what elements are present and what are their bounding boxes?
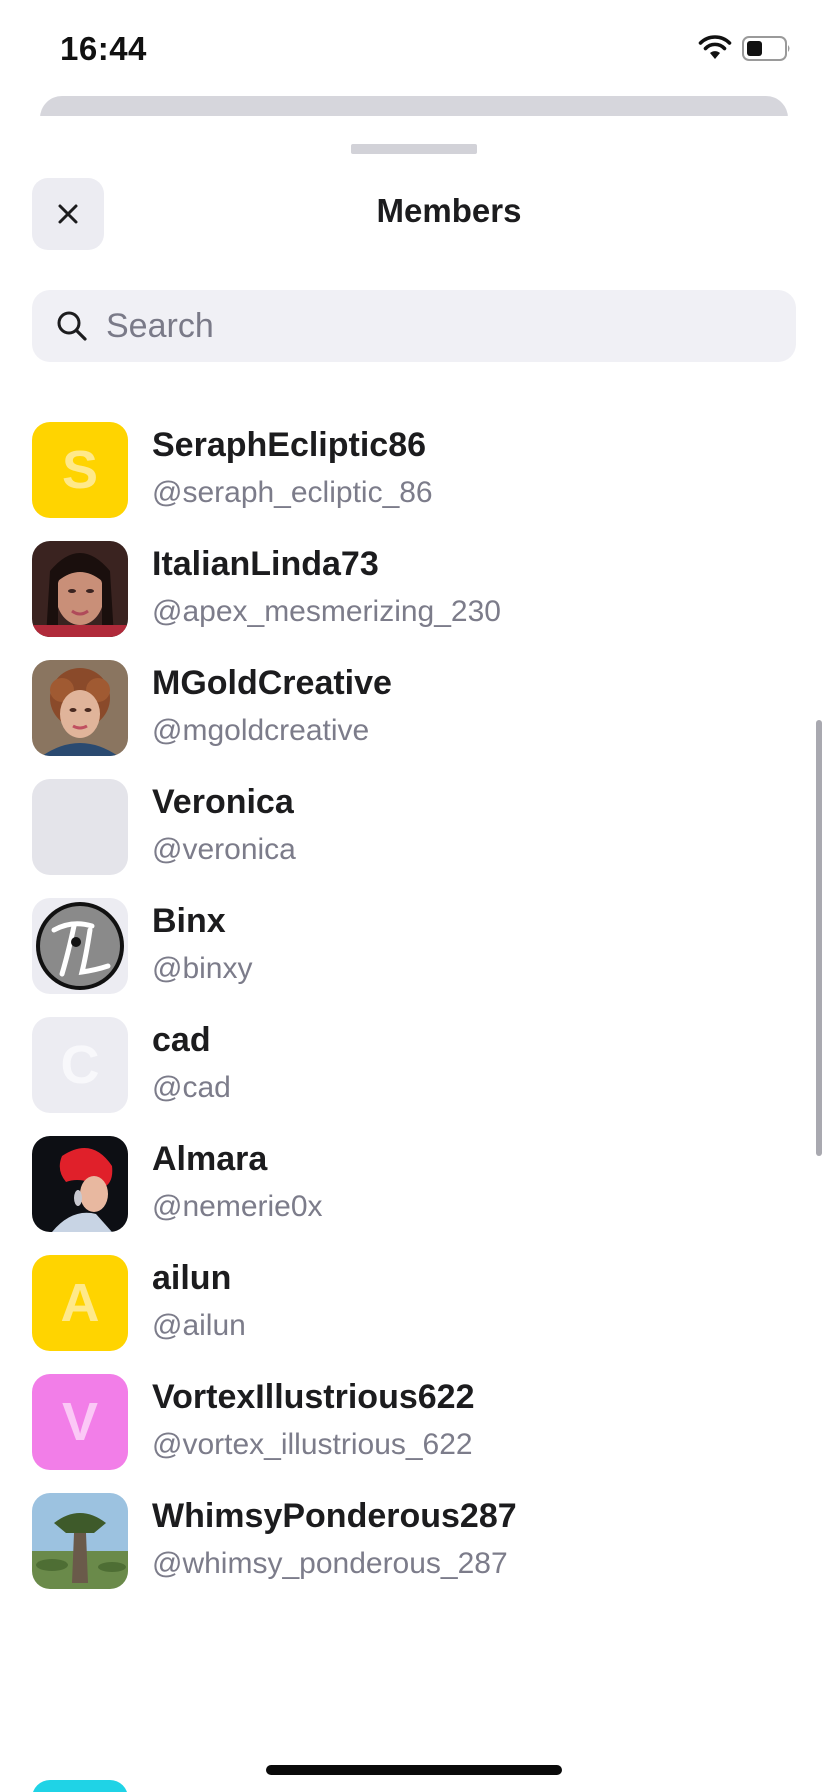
scroll-indicator[interactable] xyxy=(816,720,822,1156)
member-row[interactable]: MGoldCreative @mgoldcreative xyxy=(0,658,800,758)
member-name: ItalianLinda73 xyxy=(152,545,379,583)
letter-avatar: S xyxy=(32,422,128,518)
portrait-photo-avatar xyxy=(32,660,128,756)
portrait-photo-icon xyxy=(32,1136,128,1232)
member-handle: @whimsy_ponderous_287 xyxy=(152,1547,508,1580)
logo-avatar xyxy=(32,898,128,994)
portrait-photo-avatar xyxy=(32,1136,128,1232)
member-name: WhimsyPonderous287 xyxy=(152,1497,517,1535)
portrait-photo-icon xyxy=(32,541,128,637)
member-row[interactable]: S SeraphEcliptic86 @seraph_ecliptic_86 xyxy=(0,420,800,520)
member-name: VortexIllustrious622 xyxy=(152,1378,475,1416)
member-row[interactable]: WhimsyPonderous287 @whimsy_ponderous_287 xyxy=(0,1491,800,1591)
letter-avatar: V xyxy=(32,1374,128,1470)
search-input[interactable] xyxy=(106,290,776,362)
member-handle: @apex_mesmerizing_230 xyxy=(152,595,501,628)
member-handle: @cad xyxy=(152,1071,231,1104)
member-handle: @seraph_ecliptic_86 xyxy=(152,476,433,509)
status-time: 16:44 xyxy=(60,30,147,67)
member-row[interactable]: C cad @cad xyxy=(0,1015,800,1115)
member-name: Binx xyxy=(152,902,226,940)
avatar-letter: A xyxy=(60,1273,100,1333)
portrait-photo-avatar xyxy=(32,541,128,637)
member-handle: @veronica xyxy=(152,833,296,866)
battery-icon xyxy=(742,36,790,61)
avatar-letter: C xyxy=(60,1035,100,1095)
member-handle: @vortex_illustrious_622 xyxy=(152,1428,473,1461)
member-name: cad xyxy=(152,1021,211,1059)
avatar-letter: V xyxy=(61,1392,99,1452)
member-name: Almara xyxy=(152,1140,268,1178)
portrait-photo-icon xyxy=(32,660,128,756)
tl-logo-icon xyxy=(36,902,124,990)
next-member-avatar xyxy=(32,1780,128,1792)
search-bar[interactable] xyxy=(32,290,796,362)
blank-avatar xyxy=(32,779,128,875)
letter-avatar: A xyxy=(32,1255,128,1351)
letter-avatar: C xyxy=(32,1017,128,1113)
member-name: MGoldCreative xyxy=(152,664,392,702)
landscape-photo-avatar xyxy=(32,1493,128,1589)
member-name: SeraphEcliptic86 xyxy=(152,426,427,464)
member-row[interactable]: A ailun @ailun xyxy=(0,1253,800,1353)
page-title: Members xyxy=(376,192,522,229)
member-handle: @nemerie0x xyxy=(152,1190,323,1223)
member-handle: @mgoldcreative xyxy=(152,714,370,747)
member-handle: @binxy xyxy=(152,952,253,985)
home-indicator[interactable] xyxy=(266,1765,562,1775)
member-handle: @ailun xyxy=(152,1309,246,1342)
member-row[interactable]: Veronica @veronica xyxy=(0,777,800,877)
member-row[interactable]: V VortexIllustrious622 @vortex_illustrio… xyxy=(0,1372,800,1472)
member-row[interactable]: Binx @binxy xyxy=(0,896,800,996)
member-row[interactable]: ItalianLinda73 @apex_mesmerizing_230 xyxy=(0,539,800,639)
search-icon xyxy=(57,311,87,341)
wifi-icon xyxy=(698,35,732,59)
sheet-grabber[interactable] xyxy=(351,144,477,154)
member-row[interactable]: Almara @nemerie0x xyxy=(0,1134,800,1234)
avatar-letter: S xyxy=(61,440,99,500)
status-bar: 16:44 xyxy=(0,0,828,96)
member-name: Veronica xyxy=(152,783,294,821)
baobab-tree-photo-icon xyxy=(32,1493,128,1589)
member-name: ailun xyxy=(152,1259,232,1297)
